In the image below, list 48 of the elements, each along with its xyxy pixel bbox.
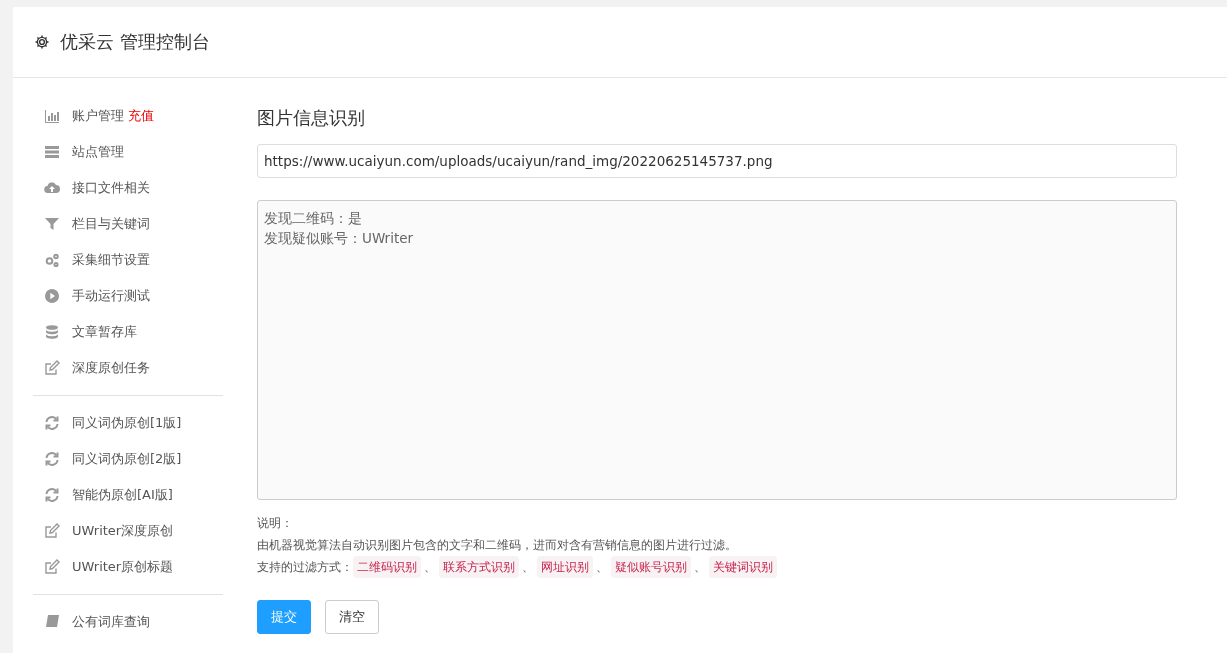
sidebar-item[interactable]: 公有词库查询 xyxy=(33,604,223,640)
separator-mark: 、 xyxy=(694,559,706,576)
console-title: 优采云 管理控制台 xyxy=(60,30,210,54)
filter-method-tag: 网址识别 xyxy=(537,556,593,578)
url-field[interactable]: https://www.ucaiyun.com/uploads/ucaiyun/rand_img/20220625145737.png xyxy=(257,144,1177,178)
note-heading: 说明： xyxy=(257,515,294,532)
section-title: 图片信息识别 xyxy=(257,106,366,130)
filter-icon xyxy=(44,216,60,232)
edit-icon xyxy=(44,523,60,539)
separator-mark: 、 xyxy=(596,559,608,576)
sidebar-item[interactable]: 手动运行测试 xyxy=(33,278,223,314)
sidebar-item[interactable]: 账户管理 充值 xyxy=(33,98,223,134)
server-icon xyxy=(44,144,60,160)
sidebar-item[interactable]: 智能伪原创[AI版] xyxy=(33,477,223,513)
filter-method-tag: 二维码识别 xyxy=(353,556,421,578)
filter-method-tag: 联系方式识别 xyxy=(439,556,519,578)
filter-method-tag: 疑似账号识别 xyxy=(611,556,691,578)
result-line: 发现疑似账号：UWriter xyxy=(264,229,415,248)
sidebar-item[interactable]: UWriter深度原创 xyxy=(33,513,223,549)
edit-icon xyxy=(44,559,60,575)
separator-mark: 、 xyxy=(522,559,534,576)
sidebar-item[interactable]: 文章暂存库 xyxy=(33,314,223,350)
sidebar-item[interactable]: 采集细节设置 xyxy=(33,242,223,278)
recharge-link[interactable]: 充值 xyxy=(128,107,154,125)
database-icon xyxy=(44,324,60,340)
sidebar-item[interactable]: 同义词伪原创[1版] xyxy=(33,405,223,441)
refresh-icon xyxy=(44,415,60,431)
refresh-icon xyxy=(44,451,60,467)
filter-method-tag: 关键词识别 xyxy=(709,556,777,578)
clear-button[interactable]: 清空 xyxy=(325,600,379,634)
note-description: 由机器视觉算法自动识别图片包含的文字和二维码，进而对含有营销信息的图片进行过滤。 xyxy=(257,537,738,554)
gears-icon xyxy=(44,252,60,268)
result-box[interactable]: 发现二维码：是 发现疑似账号：UWriter xyxy=(257,200,1177,500)
cloud-upload-icon xyxy=(44,180,60,196)
sidebar-item[interactable]: 站点管理 xyxy=(33,134,223,170)
settings-icon xyxy=(34,34,50,50)
sidebar-item[interactable]: 接口文件相关 xyxy=(33,170,223,206)
bar-chart-icon xyxy=(44,108,60,124)
sidebar-item[interactable]: 同义词伪原创[2版] xyxy=(33,441,223,477)
methods-label: 支持的过滤方式： xyxy=(257,559,353,576)
separator-mark: 、 xyxy=(424,559,436,576)
sidebar-item[interactable]: UWriter原创标题 xyxy=(33,549,223,585)
play-icon xyxy=(44,288,60,304)
refresh-icon xyxy=(44,487,60,503)
sidebar-item[interactable]: 栏目与关键词 xyxy=(33,206,223,242)
sidebar-item[interactable]: 深度原创任务 xyxy=(33,350,223,386)
edit-icon xyxy=(44,360,60,376)
result-line: 发现二维码：是 xyxy=(264,209,363,228)
